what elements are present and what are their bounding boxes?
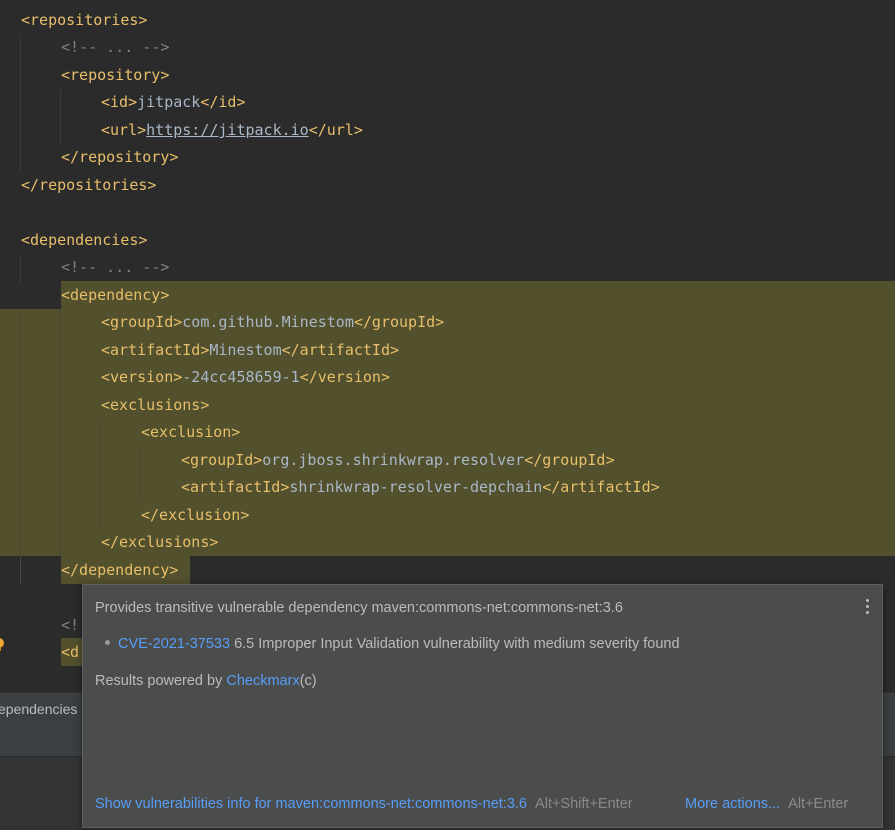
xml-tag: <url> <box>101 121 147 139</box>
xml-tag: <dependency> <box>61 286 170 304</box>
indent-guide <box>20 34 21 172</box>
xml-tag: <repositories> <box>21 11 148 29</box>
xml-text: Minestom <box>209 341 282 359</box>
cve-list-item: CVE-2021-37533 6.5 Improper Input Valida… <box>105 636 680 652</box>
indent-guide <box>20 309 21 584</box>
xml-tag: <repository> <box>61 66 170 84</box>
lightbulb-warning-icon[interactable] <box>0 638 5 652</box>
shortcut-hint: Alt+Enter <box>788 796 849 812</box>
powered-by-label: Results powered by <box>95 673 227 689</box>
xml-tag: </groupId> <box>353 313 445 331</box>
xml-text: -24cc458659-1 <box>182 368 300 386</box>
xml-text: com.github.Minestom <box>182 313 354 331</box>
show-vulnerabilities-link[interactable]: Show vulnerabilities info for maven:comm… <box>95 796 527 812</box>
folded-comment[interactable]: <!-- ... --> <box>61 258 169 276</box>
xml-tag: <groupId> <box>101 313 183 331</box>
xml-tag: <version> <box>101 368 183 386</box>
xml-tag: <exclusions> <box>101 396 210 414</box>
shortcut-hint: Alt+Shift+Enter <box>535 796 633 812</box>
code-line[interactable]: <d <box>61 639 79 667</box>
code-line[interactable]: </exclusions> <box>101 529 218 557</box>
xml-tag: </url> <box>308 121 363 139</box>
indent-guide <box>60 309 61 556</box>
checkmarx-link[interactable]: Checkmarx <box>226 673 299 689</box>
more-vertical-icon[interactable] <box>864 599 870 617</box>
more-actions-action[interactable]: More actions... Alt+Enter <box>685 796 848 812</box>
cve-description: 6.5 Improper Input Validation vulnerabil… <box>230 636 680 652</box>
code-line[interactable]: <!-- ... --> <box>61 254 169 282</box>
powered-by-suffix: (c) <box>299 673 317 689</box>
xml-tag: <exclusion> <box>141 423 241 441</box>
show-vulnerabilities-action[interactable]: Show vulnerabilities info for maven:comm… <box>95 796 633 812</box>
indent-guide <box>20 254 21 284</box>
xml-tag: </repositories> <box>21 176 157 194</box>
code-line[interactable]: </repository> <box>61 144 178 172</box>
folded-comment[interactable]: <!-- ... --> <box>61 38 169 56</box>
indent-guide <box>100 419 101 529</box>
xml-text: shrinkwrap-resolver-depchain <box>289 478 543 496</box>
code-line[interactable]: <exclusion> <box>141 419 240 447</box>
powered-by: Results powered by Checkmarx(c) <box>95 673 317 689</box>
selection-highlight-top <box>61 281 895 309</box>
xml-tag: <artifactId> <box>181 478 290 496</box>
code-line[interactable]: <! <box>61 612 79 640</box>
vulnerability-popup: Provides transitive vulnerable dependenc… <box>82 584 883 828</box>
xml-tag: </groupId> <box>524 451 615 469</box>
code-line[interactable]: </repositories> <box>21 172 156 200</box>
xml-text: org.jboss.shrinkwrap.resolver <box>262 451 525 469</box>
code-line[interactable]: <url>https://jitpack.io</url> <box>101 117 363 145</box>
cve-link[interactable]: CVE-2021-37533 <box>118 636 230 652</box>
code-line[interactable]: <dependencies> <box>21 227 147 255</box>
xml-tag: <groupId> <box>181 451 263 469</box>
code-line[interactable]: <!-- ... --> <box>61 34 169 62</box>
code-line[interactable]: <groupId>com.github.Minestom</groupId> <box>101 309 444 337</box>
bullet-icon <box>105 639 110 645</box>
url-link[interactable]: https://jitpack.io <box>146 121 309 139</box>
indent-guide <box>140 447 141 502</box>
code-line[interactable]: </dependency> <box>61 557 178 585</box>
xml-tag: </repository> <box>61 148 179 166</box>
code-line[interactable]: <id>jitpack</id> <box>101 89 246 117</box>
xml-tag: <dependencies> <box>21 231 148 249</box>
more-actions-link[interactable]: More actions... <box>685 796 780 812</box>
code-line[interactable]: <groupId>org.jboss.shrinkwrap.resolver</… <box>181 447 615 475</box>
xml-tag: </artifactId> <box>542 478 660 496</box>
xml-tag: </exclusions> <box>101 533 219 551</box>
code-line[interactable]: <dependency> <box>61 282 169 310</box>
xml-text: jitpack <box>137 93 201 111</box>
xml-tag: </id> <box>200 93 246 111</box>
xml-tag: <artifactId> <box>101 341 210 359</box>
code-line[interactable]: <repositories> <box>21 7 147 35</box>
code-line[interactable]: </exclusion> <box>141 502 249 530</box>
folded-comment[interactable]: <! <box>61 616 79 634</box>
code-line[interactable]: <repository> <box>61 62 169 90</box>
code-line[interactable]: <version>-24cc458659-1</version> <box>101 364 390 392</box>
xml-tag: </artifactId> <box>281 341 400 359</box>
popup-title: Provides transitive vulnerable dependenc… <box>95 600 623 616</box>
indent-guide <box>60 89 61 144</box>
code-line[interactable]: <exclusions> <box>101 392 209 420</box>
xml-tag: </dependency> <box>61 561 179 579</box>
xml-tag: <id> <box>101 93 138 111</box>
xml-tag: </version> <box>299 368 390 386</box>
code-line[interactable]: <artifactId>shrinkwrap-resolver-depchain… <box>181 474 660 502</box>
breadcrumb-item[interactable]: ependencies <box>0 701 77 717</box>
code-line[interactable]: <artifactId>Minestom</artifactId> <box>101 337 399 365</box>
xml-tag: <d <box>61 643 80 661</box>
xml-tag: </exclusion> <box>141 506 250 524</box>
